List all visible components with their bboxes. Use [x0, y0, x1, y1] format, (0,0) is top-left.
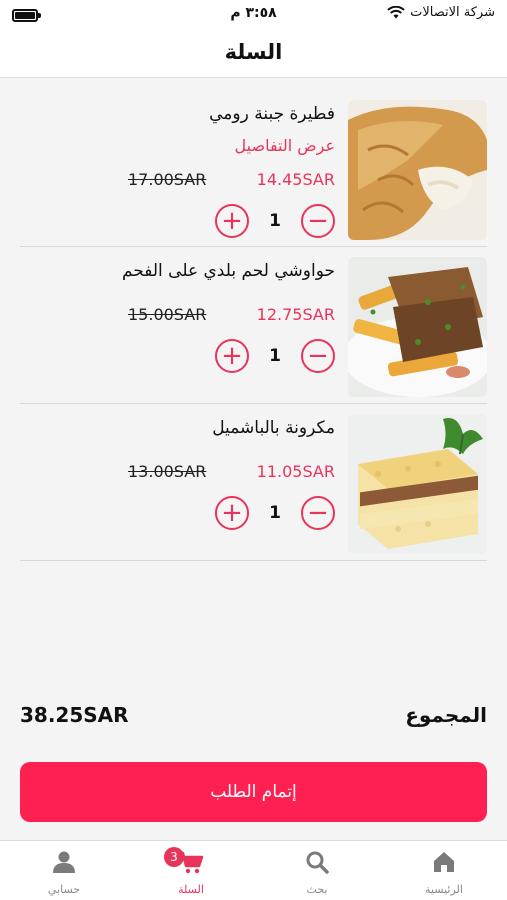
- tab-home[interactable]: الرئيسية: [381, 841, 507, 900]
- product-name: حواوشي لحم بلدي على الفحم: [121, 261, 335, 281]
- product-image[interactable]: [348, 414, 487, 554]
- quantity-stepper: + 1 −: [215, 496, 335, 530]
- increase-quantity-button[interactable]: +: [215, 339, 249, 373]
- checkout-button[interactable]: إتمام الطلب: [20, 762, 487, 822]
- discounted-price: 12.75SAR: [256, 305, 335, 324]
- tab-search[interactable]: بحث: [254, 841, 380, 900]
- increase-quantity-button[interactable]: +: [215, 496, 249, 530]
- tab-label: حسابي: [47, 883, 81, 896]
- cart-item: فطيرة جبنة رومي عرض التفاصيل 14.45SAR 17…: [20, 90, 487, 247]
- discounted-price: 11.05SAR: [256, 462, 335, 481]
- original-price: 17.00SAR: [128, 170, 207, 189]
- cart-list: فطيرة جبنة رومي عرض التفاصيل 14.45SAR 17…: [20, 90, 487, 561]
- original-price: 13.00SAR: [128, 462, 207, 481]
- product-image[interactable]: [348, 100, 487, 240]
- cart-count-badge: 3: [164, 847, 184, 867]
- quantity-value: 1: [269, 503, 281, 523]
- quantity-value: 1: [269, 346, 281, 366]
- header: السلة: [0, 30, 507, 78]
- tab-label: السلة: [178, 883, 204, 896]
- discounted-price: 14.45SAR: [256, 170, 335, 189]
- product-name: فطيرة جبنة رومي: [209, 104, 335, 124]
- decrease-quantity-button[interactable]: −: [301, 204, 335, 238]
- view-details-link[interactable]: عرض التفاصيل: [235, 136, 335, 155]
- tab-cart[interactable]: 3 السلة: [128, 841, 254, 900]
- total-label: المجموع: [405, 703, 487, 727]
- decrease-quantity-button[interactable]: −: [301, 496, 335, 530]
- decrease-quantity-button[interactable]: −: [301, 339, 335, 373]
- increase-quantity-button[interactable]: +: [215, 204, 249, 238]
- status-bar: شركة الاتصالات ٣:٥٨ م: [0, 0, 507, 30]
- home-icon: [434, 852, 454, 872]
- tab-label: بحث: [306, 883, 328, 896]
- original-price: 15.00SAR: [128, 305, 207, 324]
- search-icon: [306, 851, 329, 874]
- page-title: السلة: [224, 40, 283, 64]
- total-value: 38.25SAR: [20, 703, 129, 727]
- clock: ٣:٥٨ م: [230, 5, 277, 21]
- quantity-stepper: + 1 −: [215, 204, 335, 238]
- battery-icon: [12, 9, 41, 22]
- quantity-stepper: + 1 −: [215, 339, 335, 373]
- order-total: المجموع 38.25SAR: [20, 703, 487, 735]
- product-name: مكرونة بالباشميل: [212, 418, 335, 438]
- cart-item: مكرونة بالباشميل 11.05SAR 13.00SAR + 1 −: [20, 404, 487, 561]
- product-image[interactable]: [348, 257, 487, 397]
- tab-bar: الرئيسية بحث 3 السلة حسابي: [0, 840, 507, 900]
- tab-account[interactable]: حسابي: [1, 841, 127, 900]
- tab-label: الرئيسية: [425, 883, 463, 896]
- user-icon: [53, 851, 75, 873]
- quantity-value: 1: [269, 211, 281, 231]
- cart-item: حواوشي لحم بلدي على الفحم 12.75SAR 15.00…: [20, 247, 487, 404]
